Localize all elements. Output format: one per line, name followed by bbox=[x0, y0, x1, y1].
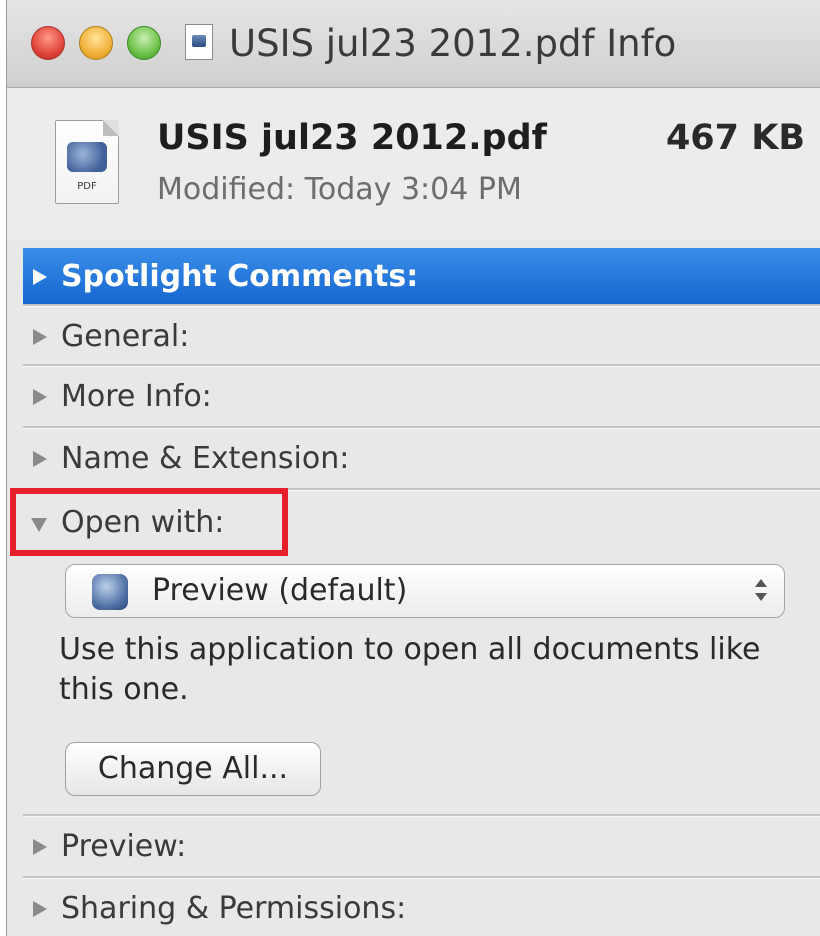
disclosure-triangle-icon[interactable] bbox=[33, 389, 47, 405]
disclosure-triangle-icon[interactable] bbox=[33, 269, 47, 285]
disclosure-triangle-icon[interactable] bbox=[33, 901, 47, 917]
section-sharing-permissions[interactable]: Sharing & Permissions: bbox=[23, 880, 820, 936]
disclosure-triangle-icon[interactable] bbox=[33, 839, 47, 855]
disclosure-triangle-icon[interactable] bbox=[33, 329, 47, 345]
section-label: Preview: bbox=[61, 829, 187, 864]
zoom-button[interactable] bbox=[127, 26, 161, 60]
divider bbox=[23, 814, 820, 817]
annotation-highlight-box bbox=[10, 488, 288, 556]
section-general[interactable]: General: bbox=[23, 308, 820, 366]
section-label: Name & Extension: bbox=[61, 441, 350, 476]
modified-date: Modified: Today 3:04 PM bbox=[157, 172, 522, 207]
section-spotlight-comments[interactable]: Spotlight Comments: bbox=[23, 248, 820, 306]
open-with-app-select[interactable]: Preview (default) bbox=[65, 564, 785, 618]
pdf-tag: PDF bbox=[77, 181, 97, 192]
file-size: 467 KB bbox=[665, 118, 805, 158]
change-all-button[interactable]: Change All... bbox=[65, 742, 321, 796]
info-window: USIS jul23 2012.pdf Info PDF USIS jul23 … bbox=[6, 0, 820, 936]
section-label: More Info: bbox=[61, 379, 212, 414]
section-label: Sharing & Permissions: bbox=[61, 891, 407, 926]
section-label: Spotlight Comments: bbox=[61, 259, 419, 294]
document-proxy-icon[interactable] bbox=[185, 24, 213, 60]
divider bbox=[23, 426, 820, 429]
window-title: USIS jul23 2012.pdf Info bbox=[229, 22, 677, 65]
file-name: USIS jul23 2012.pdf bbox=[157, 118, 547, 158]
open-with-description: Use this application to open all documen… bbox=[59, 632, 761, 707]
minimize-button[interactable] bbox=[79, 26, 113, 60]
pdf-file-icon: PDF bbox=[49, 114, 125, 210]
close-button[interactable] bbox=[31, 26, 65, 60]
title-bar[interactable]: USIS jul23 2012.pdf Info bbox=[7, 0, 820, 88]
preview-app-icon bbox=[92, 574, 128, 610]
section-preview[interactable]: Preview: bbox=[23, 818, 820, 876]
file-header: PDF USIS jul23 2012.pdf 467 KB Modified:… bbox=[7, 88, 820, 240]
divider bbox=[23, 364, 820, 367]
section-name-extension[interactable]: Name & Extension: bbox=[23, 430, 820, 488]
divider bbox=[23, 304, 820, 307]
disclosure-triangle-icon[interactable] bbox=[33, 451, 47, 467]
select-arrows-icon bbox=[754, 575, 768, 607]
divider bbox=[23, 876, 820, 879]
section-label: General: bbox=[61, 319, 190, 354]
section-more-info[interactable]: More Info: bbox=[23, 368, 820, 426]
selected-app: Preview (default) bbox=[152, 573, 408, 608]
